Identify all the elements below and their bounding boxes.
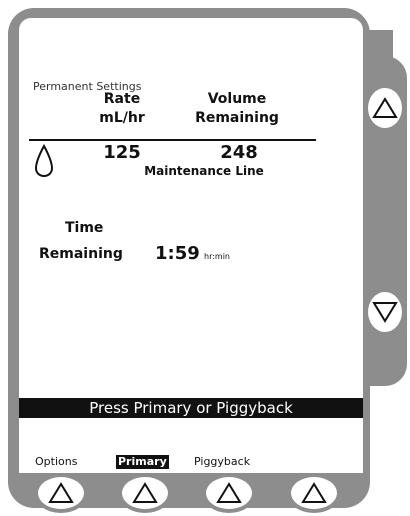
volume-header: Volume Remaining [167, 90, 307, 128]
header-divider [29, 139, 316, 141]
time-label: Time [65, 220, 104, 236]
volume-header-label: Volume [207, 91, 267, 107]
drop-icon [34, 144, 54, 178]
softkey-piggyback-label: Piggyback [194, 455, 251, 468]
rate-header: Rate mL/hr [77, 90, 167, 128]
softkey-options-button[interactable] [34, 473, 88, 513]
scroll-down-button[interactable] [364, 288, 406, 336]
time-unit: hr:min [204, 252, 230, 261]
softkey-primary-button[interactable] [118, 473, 172, 513]
rate-header-unit: mL/hr [99, 110, 145, 126]
softkey-piggyback-button[interactable] [202, 473, 256, 513]
up-arrow-icon [132, 482, 158, 503]
time-remaining-value: 1:59 [155, 243, 200, 264]
pump-screen: Permanent Settings Rate mL/hr Volume Rem… [19, 18, 363, 473]
infusion-pump: Permanent Settings Rate mL/hr Volume Rem… [0, 0, 410, 516]
line-label: Maintenance Line [144, 164, 264, 178]
up-arrow-icon [48, 482, 74, 503]
down-arrow-icon [372, 302, 398, 323]
softkey-4-button[interactable] [287, 473, 341, 513]
prompt-bar: Press Primary or Piggyback [19, 398, 363, 418]
time-remaining-label: Remaining [39, 246, 123, 262]
rate-value: 125 [103, 142, 141, 163]
up-arrow-icon [301, 482, 327, 503]
volume-header-sub: Remaining [195, 110, 279, 126]
softkey-primary-label: Primary [116, 455, 169, 469]
up-arrow-icon [372, 97, 398, 118]
rate-header-label: Rate [103, 91, 141, 107]
scroll-up-button[interactable] [364, 84, 406, 132]
softkey-options-label: Options [35, 455, 78, 468]
up-arrow-icon [216, 482, 242, 503]
volume-value: 248 [220, 142, 258, 163]
